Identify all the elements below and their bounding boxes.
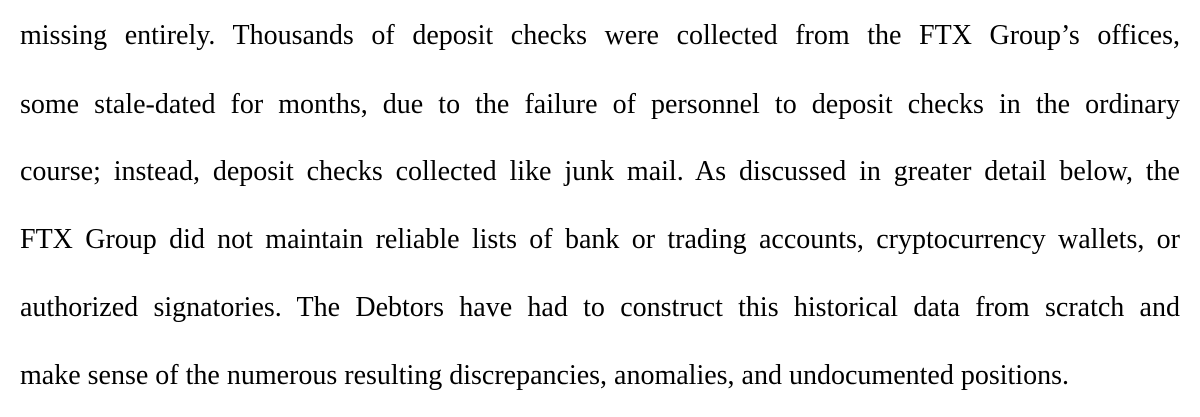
paragraph-line-2: some stale-dated for months, due to the … <box>20 89 1180 120</box>
paragraph-line-6: make sense of the numerous resulting dis… <box>20 360 1069 391</box>
paragraph-line-4: FTX Group did not maintain reliable list… <box>20 224 1180 255</box>
paragraph-line-1: missing entirely. Thousands of deposit c… <box>20 20 1180 51</box>
paragraph-line-3: course; instead, deposit checks collecte… <box>20 156 1180 187</box>
paragraph-line-5: authorized signatories. The Debtors have… <box>20 292 1180 323</box>
document-page: missing entirely. Thousands of deposit c… <box>0 0 1200 417</box>
